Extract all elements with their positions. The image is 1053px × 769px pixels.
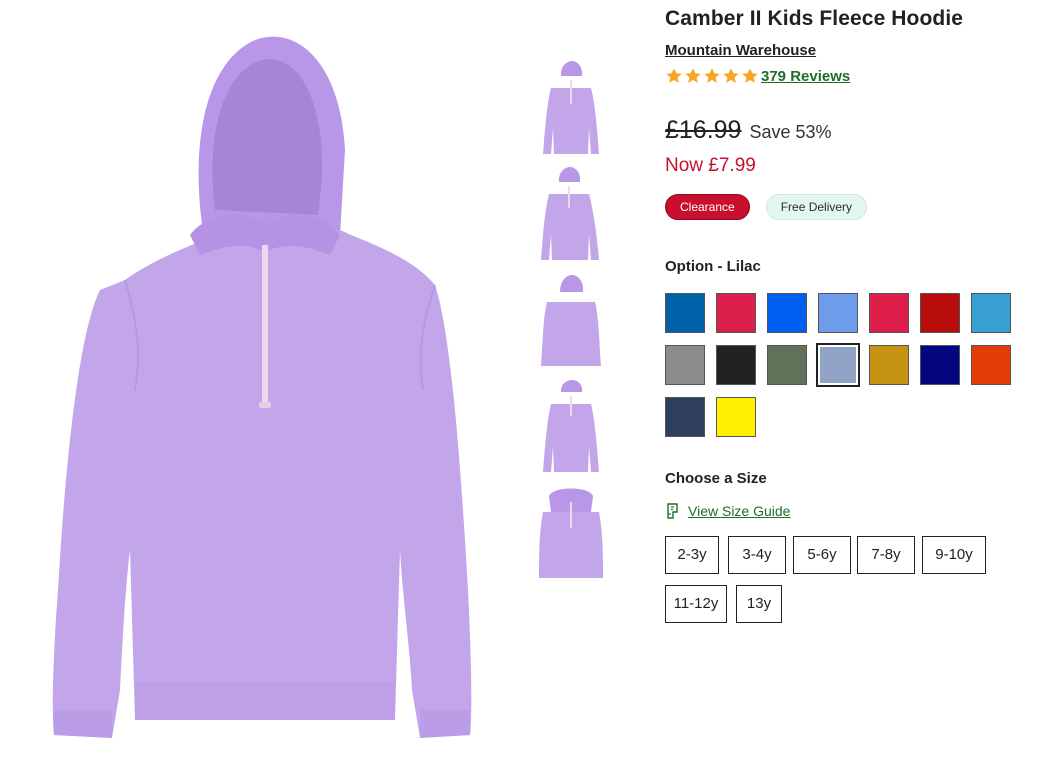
size-option-5-6y[interactable]: 5-6y — [793, 536, 851, 574]
size-label: Choose a Size — [665, 470, 767, 487]
product-main-image[interactable] — [40, 30, 490, 750]
swatch-blue[interactable] — [665, 293, 705, 333]
swatch-cyan[interactable] — [971, 293, 1011, 333]
size-option-13y[interactable]: 13y — [736, 585, 782, 623]
price-row: £16.99 Save 53% — [665, 116, 832, 145]
swatch-red[interactable] — [920, 293, 960, 333]
option-label: Option - Lilac — [665, 258, 761, 275]
swatch-light-blue[interactable] — [818, 293, 858, 333]
swatch-khaki[interactable] — [767, 345, 807, 385]
swatch-mustard[interactable] — [869, 345, 909, 385]
brand-link[interactable]: Mountain Warehouse — [665, 42, 816, 59]
thumbnail-back[interactable] — [533, 270, 609, 370]
swatch-bright-blue[interactable] — [767, 293, 807, 333]
free-delivery-badge: Free Delivery — [765, 194, 868, 220]
clearance-badge: Clearance — [665, 194, 750, 220]
swatch-yellow[interactable] — [716, 397, 756, 437]
swatch-pink-red[interactable] — [869, 293, 909, 333]
thumbnail-angle[interactable] — [533, 164, 609, 264]
save-label: Save 53% — [749, 122, 832, 142]
size-option-2-3y[interactable]: 2-3y — [665, 536, 719, 574]
swatch-orange[interactable] — [971, 345, 1011, 385]
star-icon — [742, 68, 758, 83]
size-option-11-12y[interactable]: 11-12y — [665, 585, 727, 623]
swatch-grey[interactable] — [665, 345, 705, 385]
star-icon — [704, 68, 720, 83]
size-option-7-8y[interactable]: 7-8y — [857, 536, 915, 574]
thumbnail-closeup[interactable] — [533, 482, 609, 582]
product-title: Camber II Kids Fleece Hoodie — [665, 7, 964, 30]
size-guide-label: View Size Guide — [688, 503, 791, 519]
star-rating — [665, 67, 759, 85]
size-option-3-4y[interactable]: 3-4y — [728, 536, 786, 574]
swatch-navy[interactable] — [920, 345, 960, 385]
badges: Clearance Free Delivery — [665, 194, 868, 220]
star-icon — [666, 68, 682, 83]
swatch-lilac[interactable] — [816, 343, 860, 387]
star-icon — [723, 68, 739, 83]
was-price: £16.99 — [665, 116, 742, 144]
ruler-icon — [667, 503, 678, 519]
star-icon — [685, 68, 701, 83]
swatch-black[interactable] — [716, 345, 756, 385]
reviews-link[interactable]: 379 Reviews — [761, 68, 850, 85]
product-page: Camber II Kids Fleece Hoodie Mountain Wa… — [0, 0, 1053, 769]
now-price: Now £7.99 — [665, 155, 756, 176]
size-guide-link[interactable]: View Size Guide — [665, 502, 790, 520]
thumbnail-side[interactable] — [533, 376, 609, 476]
swatch-raspberry[interactable] — [716, 293, 756, 333]
thumbnail-front[interactable] — [533, 58, 609, 158]
rating: 379 Reviews — [665, 66, 850, 86]
swatch-dark-navy[interactable] — [665, 397, 705, 437]
size-option-9-10y[interactable]: 9-10y — [922, 536, 986, 574]
